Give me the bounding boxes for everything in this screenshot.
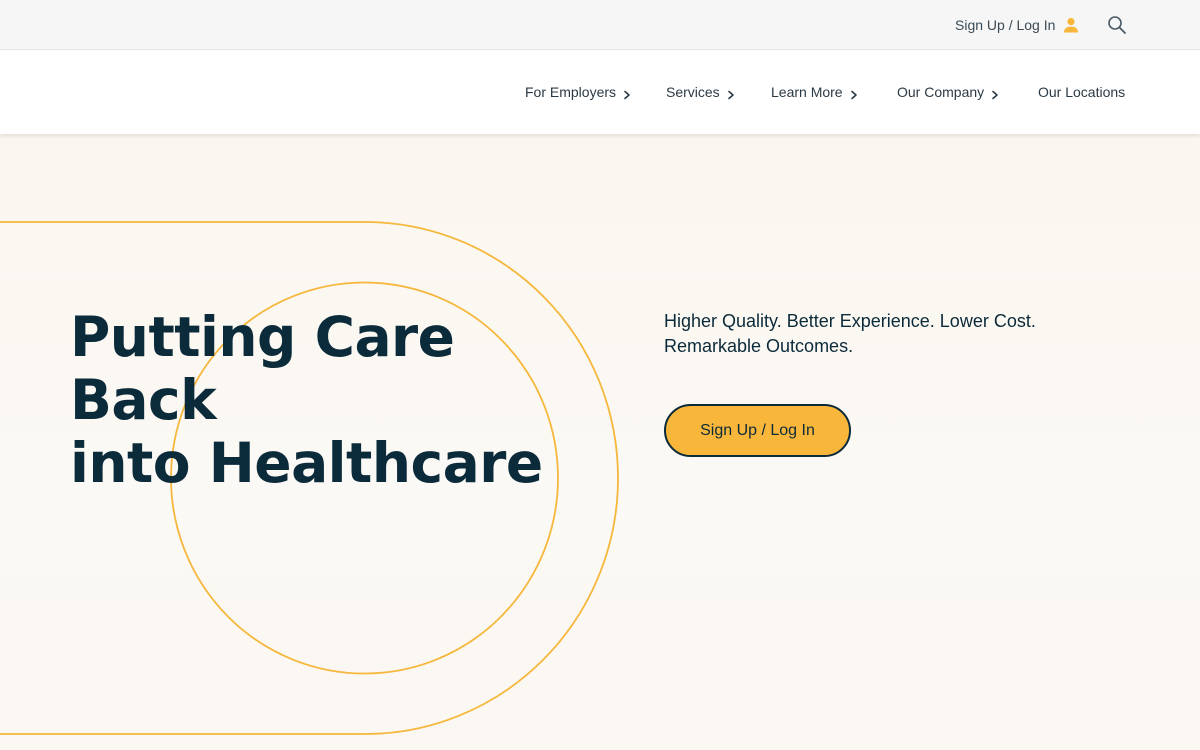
nav-item-label: Services xyxy=(666,84,720,100)
search-icon[interactable] xyxy=(1107,15,1127,35)
nav-item-services[interactable]: Services xyxy=(666,82,736,102)
nav-item-label: Our Locations xyxy=(1038,84,1126,100)
hero-headline-line: Putting Care Back xyxy=(70,305,455,432)
hero-tagline-line: Remarkable Outcomes. xyxy=(664,336,854,356)
nav-item-learn-more[interactable]: Learn More xyxy=(771,82,859,102)
nav-item-for-employers[interactable]: For Employers xyxy=(525,82,632,102)
signup-login-button[interactable]: Sign Up / Log In xyxy=(664,404,851,457)
chevron-right-icon xyxy=(726,87,736,100)
utility-signin-link[interactable]: Sign Up / Log In xyxy=(955,15,1079,35)
nav-item-our-locations[interactable]: Our Locations xyxy=(1038,82,1125,102)
chevron-right-icon xyxy=(849,87,859,100)
utility-bar: Sign Up / Log In xyxy=(0,0,1200,50)
chevron-right-icon xyxy=(622,87,632,100)
nav-item-our-company[interactable]: Our Company xyxy=(897,82,1000,102)
hero-headline: Putting Care Back into Healthcare xyxy=(70,306,590,495)
chevron-right-icon xyxy=(990,87,1000,100)
hero-headline-line: into Healthcare xyxy=(70,431,543,495)
utility-signin-label: Sign Up / Log In xyxy=(955,17,1056,33)
main-nav: For Employers Services Learn More Our Co… xyxy=(0,50,1200,134)
nav-item-label: For Employers xyxy=(525,84,617,100)
nav-item-label: Learn More xyxy=(771,84,843,100)
person-icon xyxy=(1063,17,1079,33)
hero-tagline: Higher Quality. Better Experience. Lower… xyxy=(664,309,1104,359)
hero-tagline-line: Higher Quality. Better Experience. Lower… xyxy=(664,311,1036,331)
hero-section: Putting Care Back into Healthcare Higher… xyxy=(0,134,1200,750)
nav-item-label: Our Company xyxy=(897,84,985,100)
